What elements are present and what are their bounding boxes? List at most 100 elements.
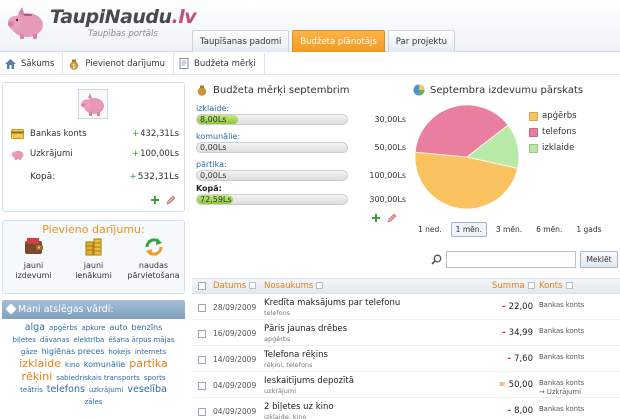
row-title[interactable]: Kredīta maksājums par telefonu <box>264 298 400 308</box>
subnav-home[interactable]: Sākums <box>0 52 64 75</box>
period-option[interactable]: 1 ned. <box>413 222 447 237</box>
tag-link[interactable]: rēķini <box>22 371 53 382</box>
period-option[interactable]: 1 mēn. <box>450 222 487 237</box>
col-date[interactable]: Datums <box>213 279 257 294</box>
table-row[interactable]: 28/09/2009 Kredīta maksājums par telefonu… <box>192 296 620 320</box>
tab-saving-tips[interactable]: Taupīšanas padomi <box>192 30 290 52</box>
table-row[interactable]: 04/09/2009 Ieskaitījums depozītā uzkrājumi… <box>192 374 620 398</box>
goal-progress-bar: 72,59Ls <box>196 194 348 205</box>
edit-pencil-icon[interactable] <box>166 195 176 205</box>
account-row-bank[interactable]: Bankas konts +432,31Ls <box>11 127 179 141</box>
row-checkbox[interactable] <box>198 382 206 390</box>
tag-link[interactable]: kino <box>65 360 80 371</box>
add-account-icon[interactable] <box>150 195 160 205</box>
piggy-bank-logo-icon[interactable] <box>6 3 46 41</box>
tag-link[interactable]: ēšana ārpus mājas <box>108 335 174 346</box>
row-checkbox[interactable] <box>198 330 206 338</box>
tag-link[interactable]: sports <box>144 373 166 384</box>
money-transfer-line2: pārvietošana <box>127 270 180 280</box>
tag-link[interactable]: telefons <box>47 384 85 395</box>
sort-dropdown-icon[interactable] <box>527 282 535 289</box>
goal-limit-value: 100,00Ls <box>369 171 406 180</box>
tags-header: Mani atslēgas vārdi: <box>2 300 185 319</box>
subnav-add-transaction[interactable]: $ Pievienot darījumu <box>63 52 175 75</box>
tags-line: teātris telefons uzkrājumi veselība <box>5 384 182 396</box>
tag-link[interactable]: veselība <box>127 384 166 395</box>
row-title[interactable]: 2 biļetes uz kino <box>264 402 334 412</box>
account-value: +100,00Ls <box>131 149 179 159</box>
select-all-checkbox[interactable] <box>198 282 206 290</box>
period-option[interactable]: 6 mēn. <box>531 222 567 237</box>
legend-label: telefons <box>542 127 577 137</box>
add-goal-icon[interactable] <box>371 213 381 223</box>
tag-link[interactable]: sabiedriskais transports <box>56 373 140 384</box>
tags-panel: Mani atslēgas vārdi: alga apģērbs apkure au… <box>2 300 185 419</box>
tag-link[interactable]: biļetes <box>13 335 36 346</box>
subnav-budget-goals[interactable]: Budžeta mērķi <box>174 52 265 75</box>
table-row[interactable]: 04/09/2009 2 biļetes uz kino izklaide, kin… <box>192 400 620 419</box>
account-label: Uzkrājumi <box>30 149 73 159</box>
col-description[interactable]: Nosaukums <box>264 279 324 294</box>
sort-dropdown-icon[interactable] <box>249 282 257 289</box>
tags-title: Mani atslēgas vārdi: <box>18 304 114 315</box>
tag-link[interactable]: auto <box>110 322 128 333</box>
edit-pencil-icon[interactable] <box>387 213 397 223</box>
tag-link[interactable]: benzīns <box>132 322 163 333</box>
tab-budget-planner[interactable]: Budžeta plānotājs <box>292 30 385 52</box>
table-row[interactable]: 14/09/2009 Telefona rēķins rēķini, telefon… <box>192 348 620 372</box>
tag-link[interactable]: izklaide <box>19 358 61 369</box>
tag-link[interactable]: alga <box>25 322 45 333</box>
search-button[interactable]: Meklēt <box>580 251 618 268</box>
tag-link[interactable]: dāvanas <box>40 335 70 346</box>
tag-link[interactable]: zāles <box>85 397 103 408</box>
table-row[interactable]: 16/09/2009 Pāris jaunas drēbes apģērbs -34,… <box>192 322 620 346</box>
row-title[interactable]: Pāris jaunas drēbes <box>264 324 347 334</box>
col-sum[interactable]: Summa <box>492 279 535 294</box>
col-account[interactable]: Konts <box>539 279 573 294</box>
tag-link[interactable]: apkure <box>81 323 105 334</box>
logo-wordmark[interactable]: TaupiNaudu.lv <box>50 6 197 28</box>
tag-link[interactable]: elektrība <box>73 335 104 346</box>
row-title[interactable]: Telefona rēķins <box>264 350 328 360</box>
expenses-pie-chart <box>414 104 520 210</box>
legend-item: telefons <box>529 124 577 140</box>
goal-label: komunālie: <box>196 132 241 141</box>
sort-dropdown-icon[interactable] <box>316 282 324 289</box>
new-income-button[interactable]: jauni ienākumi <box>66 236 121 280</box>
row-amount: -8,00 <box>507 406 533 416</box>
tags-line: alga apģērbs apkure auto benzīns <box>5 322 182 334</box>
period-option[interactable]: 1 gads <box>571 222 606 237</box>
period-option[interactable]: 3 mēn. <box>491 222 527 237</box>
money-transfer-button[interactable]: naudas pārvietošana <box>126 236 181 280</box>
account-row-savings[interactable]: Uzkrājumi +100,00Ls <box>11 147 179 161</box>
row-checkbox[interactable] <box>198 408 206 416</box>
budget-goal[interactable]: komunālie: 0,00Ls 50,00Ls <box>196 132 406 153</box>
goal-progress-bar: 0,00Ls <box>196 170 348 181</box>
budget-goal[interactable]: izklaide: 8,00Ls 30,00Ls <box>196 104 406 125</box>
row-checkbox[interactable] <box>198 356 206 364</box>
new-expense-button[interactable]: jauni izdevumi <box>6 236 61 280</box>
expenses-title-row: Septembra izdevumu pārskats <box>413 84 583 96</box>
tag-link[interactable]: partika <box>129 358 168 369</box>
new-income-line1: jauni <box>83 261 104 270</box>
row-date: 14/09/2009 <box>213 355 257 364</box>
tag-link[interactable]: hokejs <box>108 347 130 358</box>
tag-link[interactable]: higiēnas preces <box>42 346 105 357</box>
total-label: Kopā: <box>30 172 56 182</box>
tags-cloud: alga apģērbs apkure auto benzīns biļetes dāvan… <box>2 319 185 408</box>
tag-link[interactable]: uzkrājumi <box>89 385 123 396</box>
accounts-total-row: Kopā: +532,31Ls <box>11 170 179 184</box>
legend-item: izklaide <box>529 140 577 156</box>
row-title[interactable]: Ieskaitījums depozītā <box>264 376 354 386</box>
budget-goal[interactable]: pārtika: 0,00Ls 100,00Ls <box>196 160 406 181</box>
sort-dropdown-icon[interactable] <box>565 282 573 289</box>
row-checkbox[interactable] <box>198 304 206 312</box>
goal-spent-value: 0,00Ls <box>200 171 227 180</box>
tag-link[interactable]: teātris <box>20 385 43 396</box>
tab-about-project[interactable]: Par projektu <box>387 30 456 52</box>
search-input[interactable] <box>446 251 576 268</box>
tag-link[interactable]: komunālie <box>84 359 125 370</box>
tag-link[interactable]: apģērbs <box>49 323 77 334</box>
main-nav: Taupīšanas padomi Budžeta plānotājs Par … <box>192 30 456 52</box>
budget-goal[interactable]: Kopā: 72,59Ls 300,00Ls <box>196 184 406 205</box>
